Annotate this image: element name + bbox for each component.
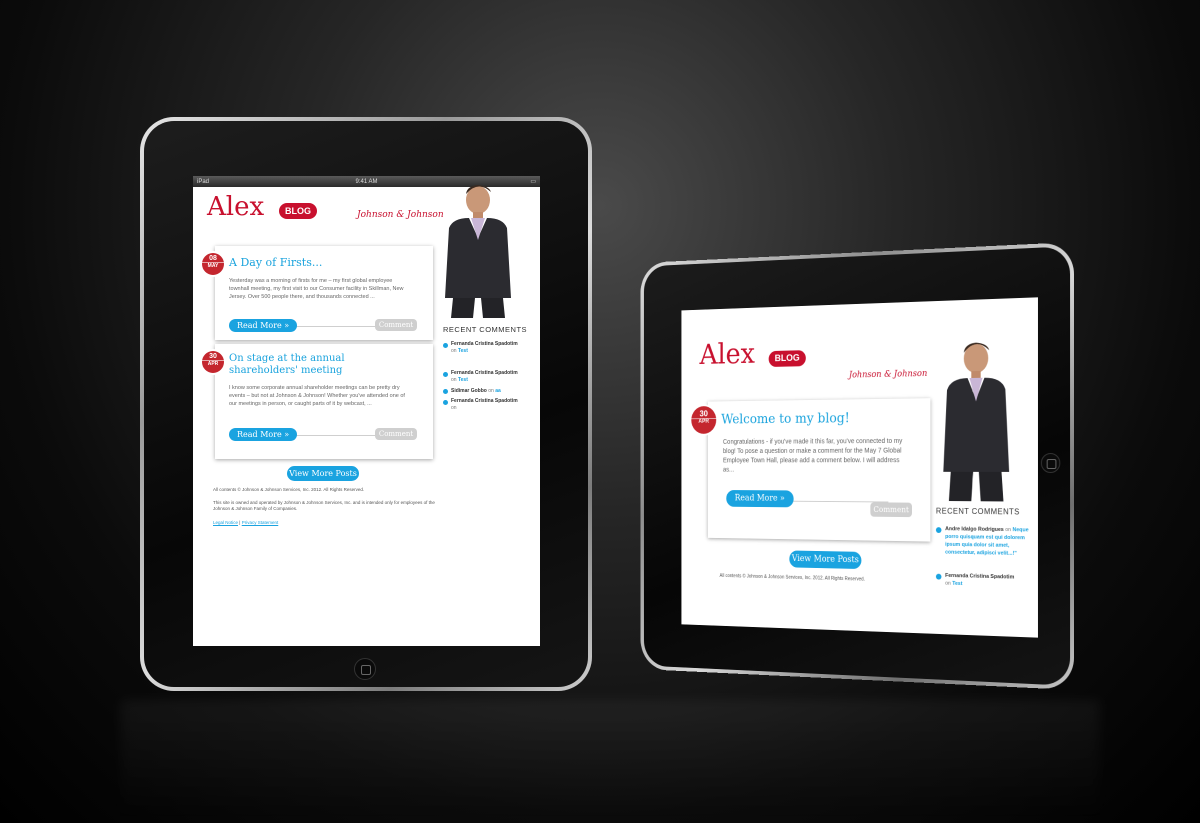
landscape-screen: Alex BLOG Johnson & Johnson 30 APR Welco…: [681, 297, 1038, 637]
comment-author: Andre Idalgo Rodrigues: [945, 526, 1004, 533]
comment-button[interactable]: Comment: [375, 319, 417, 331]
post-date-badge: 08 MAY: [202, 253, 224, 275]
comment-on: on: [451, 348, 457, 354]
post-day: 30: [691, 409, 716, 419]
comment-author: Fernanda Cristina Spadotim: [451, 398, 518, 404]
comment-post-link[interactable]: Test: [458, 348, 468, 354]
author-photo: [934, 333, 1028, 501]
jnj-logo: Johnson & Johnson: [849, 369, 927, 380]
recent-comments-title: RECENT COMMENTS: [936, 507, 1020, 517]
ipad-portrait-bezel: iPad 9:41 AM ▭ Alex BLOG Johnson & Johns…: [144, 121, 588, 687]
post-title[interactable]: On stage at the annual shareholders' mee…: [229, 353, 409, 377]
view-more-posts-button[interactable]: View More Posts: [789, 550, 861, 569]
comment-author: Fernanda Cristina Spadotim: [945, 573, 1014, 581]
footer-notice: This site is owned and operated by Johns…: [213, 500, 438, 512]
portrait-screen: iPad 9:41 AM ▭ Alex BLOG Johnson & Johns…: [193, 176, 540, 646]
blog-brand: Alex: [700, 338, 755, 372]
post-excerpt: I know some corporate annual shareholder…: [229, 384, 405, 408]
view-more-posts-button[interactable]: View More Posts: [287, 466, 359, 481]
author-photo: [433, 178, 533, 318]
post-date-badge: 30 APR: [691, 406, 716, 434]
recent-comment-item[interactable]: Andre Idalgo Rodrigues on Neque porro qu…: [945, 525, 1032, 558]
comment-bullet-icon: [936, 527, 942, 533]
comment-bullet-icon: [443, 343, 448, 348]
post-date-badge: 30 APR: [202, 351, 224, 373]
comment-bullet-icon: [443, 400, 448, 405]
blog-badge: BLOG: [279, 203, 317, 219]
post-day: 30: [202, 353, 224, 360]
comment-on: on: [488, 388, 494, 394]
privacy-statement-link[interactable]: Privacy Statement: [242, 520, 279, 525]
post-title[interactable]: A Day of Firsts...: [229, 256, 322, 269]
comment-bullet-icon: [936, 574, 942, 580]
comment-author: Fernanda Cristina Spadotim: [451, 341, 518, 347]
post-excerpt: Congratulations - if you've made it this…: [723, 437, 907, 476]
post-month: MAY: [202, 262, 224, 269]
post-day: 08: [202, 255, 224, 262]
comment-on: on: [451, 377, 457, 383]
ipad-landscape: Alex BLOG Johnson & Johnson 30 APR Welco…: [641, 242, 1074, 690]
recent-comments-title: RECENT COMMENTS: [443, 325, 527, 334]
recent-comment-item[interactable]: Fernanda Cristina Spadotim on Test: [451, 370, 539, 384]
comment-author: Sidimar Gobbo: [451, 388, 487, 394]
comment-on: on: [451, 405, 457, 411]
comment-bullet-icon: [443, 372, 448, 377]
footer-links: Legal Notice | Privacy Statement: [213, 520, 278, 525]
comment-button[interactable]: Comment: [375, 428, 417, 440]
ipad-landscape-bezel: Alex BLOG Johnson & Johnson 30 APR Welco…: [644, 246, 1070, 686]
footer-separator: |: [239, 520, 240, 525]
post-month: APR: [691, 418, 716, 425]
post-excerpt: Yesterday was a morning of firsts for me…: [229, 277, 405, 301]
home-button[interactable]: [1041, 453, 1060, 473]
recent-comment-item[interactable]: Fernanda Cristina Spadotim on Test: [945, 572, 1032, 590]
post-month: APR: [202, 360, 224, 367]
divider-line: [283, 435, 383, 436]
floor-reflection: [120, 700, 1100, 820]
comment-button[interactable]: Comment: [870, 502, 912, 517]
read-more-button[interactable]: Read More »: [229, 428, 297, 441]
legal-notice-link[interactable]: Legal Notice: [213, 520, 238, 525]
recent-comment-item[interactable]: Fernanda Cristina Spadotim on Test: [451, 341, 539, 355]
comment-bullet-icon: [443, 389, 448, 394]
recent-comment-item[interactable]: Sidimar Gobbo on aa: [451, 388, 539, 395]
comment-post-link[interactable]: aa: [495, 388, 501, 394]
comment-on: on: [945, 581, 951, 587]
read-more-button[interactable]: Read More »: [726, 490, 793, 507]
post-title[interactable]: Welcome to my blog!: [721, 411, 849, 427]
footer-copyright: All contents © Johnson & Johnson Service…: [213, 487, 423, 492]
comment-post-link[interactable]: Test: [952, 581, 962, 587]
recent-comment-item[interactable]: Fernanda Cristina Spadotim on: [451, 398, 539, 412]
blog-badge: BLOG: [769, 350, 806, 367]
read-more-button[interactable]: Read More »: [229, 319, 297, 332]
home-button[interactable]: [354, 658, 376, 680]
comment-on: on: [1005, 527, 1011, 533]
ipad-portrait: iPad 9:41 AM ▭ Alex BLOG Johnson & Johns…: [140, 117, 592, 691]
divider-line: [283, 326, 383, 327]
comment-post-link[interactable]: Test: [458, 377, 468, 383]
footer-copyright: All contents © Johnson & Johnson Service…: [720, 573, 931, 584]
jnj-logo: Johnson & Johnson: [357, 210, 444, 220]
blog-brand: Alex: [207, 192, 264, 222]
comment-author: Fernanda Cristina Spadotim: [451, 370, 518, 376]
